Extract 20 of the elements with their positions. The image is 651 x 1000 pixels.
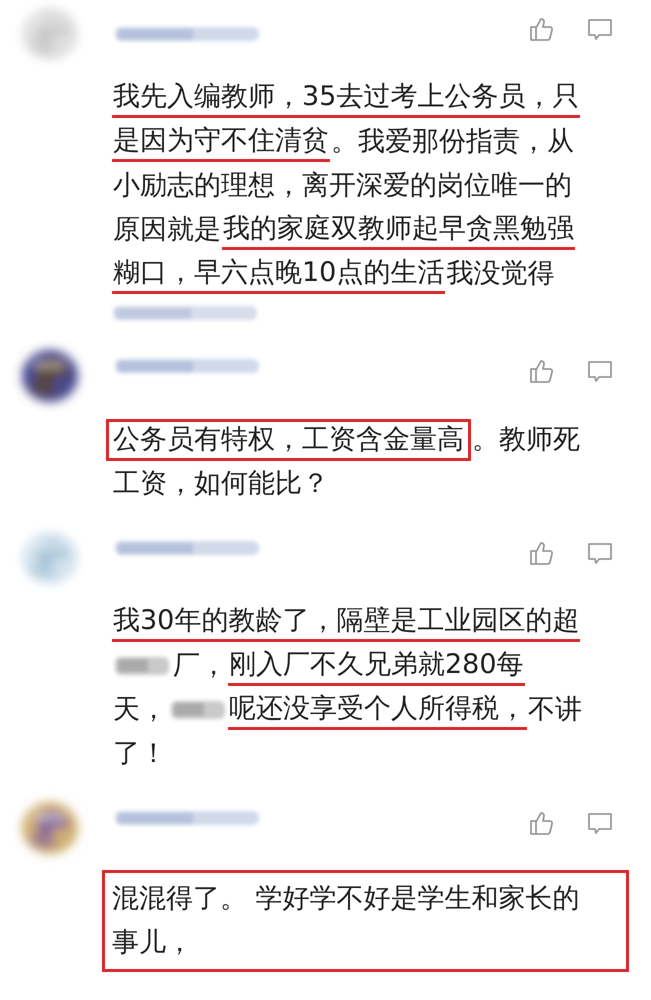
comment-text: 原因就是 xyxy=(112,213,222,247)
comment-text: 我先入编教师，35去过考上公务员，只 xyxy=(112,78,580,118)
comment-text: 小励志的理想，离开深爱的岗位唯一的 xyxy=(112,169,573,203)
comment-text: 呢还没享受个人所得税， xyxy=(228,690,527,730)
comment-text: 我没觉得 xyxy=(445,257,556,291)
comment-text: 工资，如何能比？ xyxy=(112,467,330,501)
comment-text: 了！ xyxy=(112,737,168,771)
comment-text: 我30年的教龄了，隔壁是工业园区的超 xyxy=(112,602,580,642)
comment-text: 事儿， xyxy=(111,926,194,960)
comment-text: 刚入厂不久兄弟就280每 xyxy=(228,646,525,686)
comment-text: 是因为守不住清贫 xyxy=(112,122,330,162)
comment-text: 混混得了。 学好学不好是学生和家长的 xyxy=(111,882,581,916)
comment-text: 。教师死 xyxy=(471,423,581,457)
comment-text: 厂， xyxy=(172,649,228,683)
comment-text: 我的家庭双教师起早贪黑勉强 xyxy=(222,210,575,250)
comment-text: 。我爱那份指责，从 xyxy=(330,125,575,159)
comment-text: 糊口，早六点晚10点的生活 xyxy=(112,254,446,294)
comment-text: 公务员有特权，工资含金量高 xyxy=(106,419,471,461)
comment-text: 天， xyxy=(112,693,168,727)
comment-text: 不讲 xyxy=(527,693,583,727)
